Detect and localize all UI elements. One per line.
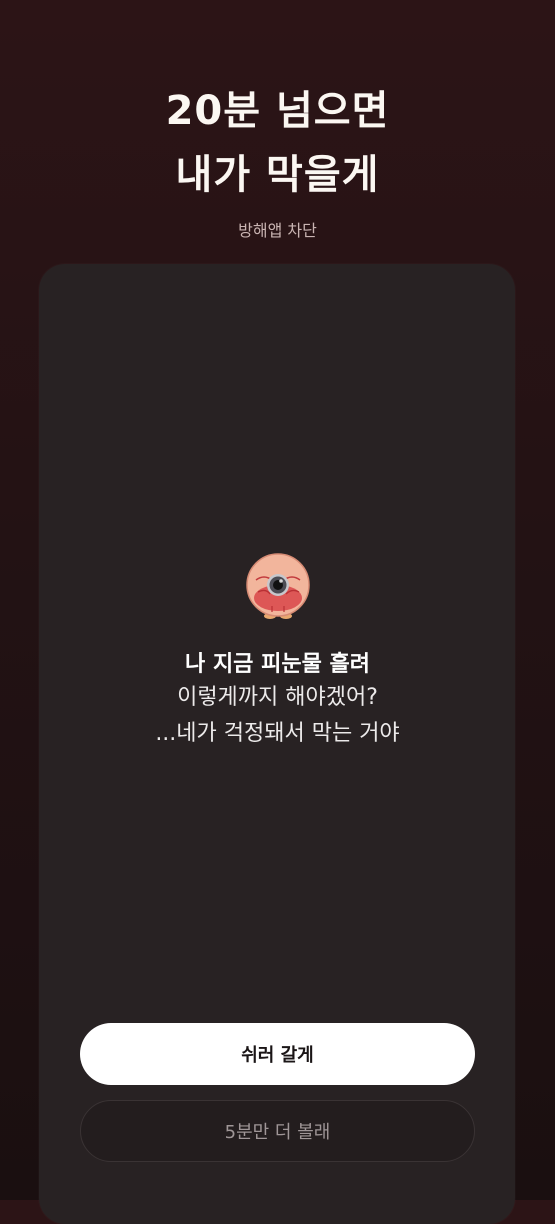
page-title-line2: 내가 막을게 [175,152,380,198]
crying-eye-mascot-icon [246,553,310,619]
page-title-line1: 20분 넘으면 [165,88,390,134]
five-more-minutes-button[interactable]: 5분만 더 볼래 [80,1100,475,1162]
rest-button[interactable]: 쉬러 갈게 [80,1023,475,1085]
message-title: 나 지금 피눈물 흘려 [185,652,370,677]
message-line-2: 이렇게까지 해야겠어? [177,685,378,710]
page-subtitle: 방해앱 차단 [238,221,317,240]
message-line-3: ...네가 걱정돼서 막는 거야 [155,721,400,746]
